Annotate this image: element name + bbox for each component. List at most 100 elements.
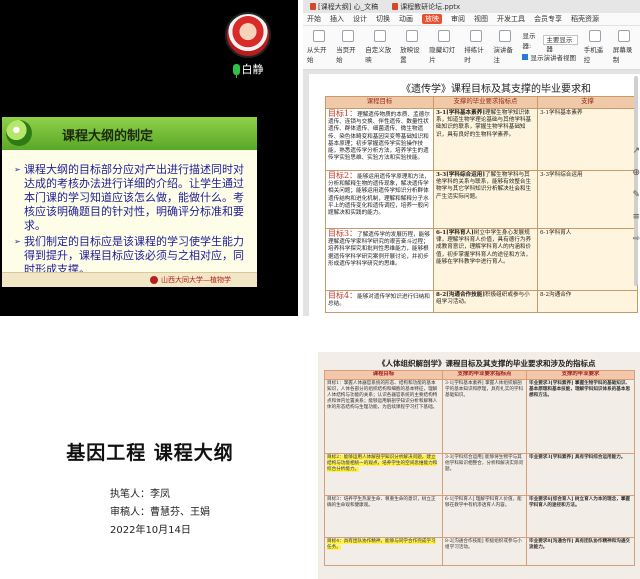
slide-footer: 山西大同大学—植物学 [2, 272, 257, 287]
editor-titlebar: [课程大纲] 心_文稿 课程教研论坛.pptx [303, 0, 640, 13]
syllabus-cover-page: 基因工程 课程大纲 执笔人：李凤 审稿人：曹慧芬、王娟 2022年10月14日 [0, 352, 300, 579]
hide-slide-button[interactable]: 隐藏幻灯片 [429, 30, 458, 64]
timer-icon [469, 30, 482, 42]
phone-remote-button[interactable]: 手机遥控 [584, 30, 607, 64]
file-icon [392, 3, 399, 10]
menu-review[interactable]: 审阅 [451, 14, 465, 24]
requirement-cell: 8-2[沟通合作技能]积极组织或参与小组学习活动。 [433, 290, 538, 313]
menu-insert[interactable]: 插入 [330, 14, 344, 24]
goal-cell: 目标2：能够运用人体解剖学知识分析解决问题，建立结构与功能相统一的观点，培养学生… [324, 453, 443, 496]
goal-lead: 目标3： [328, 229, 358, 238]
menu-developer[interactable]: 开发工具 [497, 14, 525, 24]
author-name: 李凤 [150, 489, 170, 500]
participant-tile[interactable]: 白静 [218, 12, 278, 78]
avatar [225, 12, 271, 58]
reviewer-label: 审稿人： [110, 507, 150, 518]
setup-show-label: 放映设置 [400, 46, 420, 64]
highlighted-goal: 目标4：具有团队协作精神，能够与同学合作完成学习任务。 [327, 539, 436, 550]
requirement-cell: 3-1[学科基本素养]理解生物学知识体系，知道生物学理论基础与其他学科基础知识的… [433, 108, 538, 171]
menu-transition[interactable]: 切换 [376, 14, 390, 24]
table-header: 支撑的毕业要求指标点 [442, 370, 527, 380]
menu-design[interactable]: 设计 [353, 14, 367, 24]
slide-footer-text: 山西大同大学—植物学 [161, 276, 231, 284]
participant-name: 白静 [241, 63, 264, 76]
table-header: 支撑的毕业要求指标点 [433, 96, 538, 109]
monitor-label: 显示器: [522, 32, 536, 50]
pen-icon[interactable]: ✎ [632, 184, 640, 206]
rehearse-label: 排练计时 [464, 46, 484, 64]
presenter-view-checkbox[interactable] [522, 54, 529, 60]
table-row: 目标3：了解遗传学的发展历程，能够理解遗传学家科学研究的艰苦奋斗过程；培养科学探… [325, 228, 638, 291]
from-current-button[interactable]: 当页开始 [336, 30, 359, 64]
zoom-icon[interactable]: ⊕ [632, 162, 640, 184]
custom-show-button[interactable]: 自定义放映 [365, 30, 394, 64]
slide-canvas[interactable]: 《遗传学》课程目标及其支撑的毕业要求和 课程目标 支撑的毕业要求指标点 支撑 目… [303, 70, 640, 316]
play-current-icon [341, 30, 354, 42]
support-cell: 毕业要求3[学科素养] 具有学科综合运用能力。 [526, 453, 635, 496]
goal-lead: 目标2： [328, 171, 358, 180]
notes-icon [498, 30, 511, 42]
goal-cell: 目标4：能够对遗传学知识进行归纳和总结。 [325, 290, 434, 313]
cover-title: 基因工程 课程大纲 [66, 442, 234, 464]
settings-icon [405, 30, 418, 42]
menu-icon[interactable]: ≡ [632, 206, 640, 228]
cover-meta: 执笔人：李凤 审稿人：曹慧芬、王娟 2022年10月14日 [110, 486, 210, 540]
table-row: 目标4：能够对遗传学知识进行归纳和总结。 8-2[沟通合作技能]积极组织或参与小… [325, 290, 638, 313]
pointer-icon[interactable]: ↗ [632, 140, 640, 162]
table-header-row: 课程目标 支撑的毕业要求指标点 支撑的毕业要求 [324, 370, 635, 380]
shared-slide: 课程大纲的制定 课程大纲的目标部分应对产出进行描述同时对达成的考核办法进行详细的… [2, 117, 257, 287]
goal-lead: 目标1： [328, 109, 358, 118]
from-current-label: 当页开始 [336, 46, 356, 64]
menu-animation[interactable]: 动画 [399, 14, 413, 24]
side-toolbar: ↗ ⊕ ✎ ≡ ⇨ [632, 140, 640, 250]
tab-document-2[interactable]: 课程教研论坛.pptx [389, 2, 463, 12]
menu-view[interactable]: 视图 [474, 14, 488, 24]
slide-bullet: 课程大纲的目标部分应对产出进行描述同时对达成的考核办法进行详细的介绍。让学生通过… [14, 163, 254, 233]
table-header: 课程目标 [324, 370, 443, 380]
anatomy-objectives-table: 课程目标 支撑的毕业要求指标点 支撑的毕业要求 目标1：掌握人体器官系统的形态、… [324, 370, 635, 566]
next-icon[interactable]: ⇨ [632, 228, 640, 250]
speaker-notes-button[interactable]: 演讲备注 [493, 30, 516, 64]
presenter-view-label: 显示演讲者视图 [530, 54, 576, 62]
author-line: 执笔人：李凤 [110, 486, 210, 504]
slide-body: 课程大纲的目标部分应对产出进行描述同时对达成的考核办法进行详细的介绍。让学生通过… [14, 163, 254, 279]
screen-record-label: 屏幕录制 [612, 46, 633, 64]
editor-menubar: 开始 插入 设计 切换 动画 放映 审阅 视图 开发工具 会员专享 稻壳资源 [303, 13, 640, 26]
setup-show-button[interactable]: 放映设置 [400, 30, 423, 64]
custom-show-icon [373, 30, 386, 42]
goal-cell: 目标2：能够运用遗传学原理和方法，分析和解释生物的遗传现象，解决遗传学相关问题；… [325, 170, 434, 229]
requirement-lead: 3-3[学科综合运用] [436, 172, 485, 178]
monitor-select[interactable]: 主要显示器 [543, 35, 578, 53]
support-cell: 8-2沟通合作 [537, 290, 638, 313]
requirement-cell: 3-3[学科综合运用] 能够将生物学与其他学科知识相整合，分析和解决实际问题。 [442, 453, 527, 496]
requirement-cell: 8-2[沟通合作技能] 积极组织或参与小组学习活动。 [442, 537, 527, 566]
tab-document-1[interactable]: [课程大纲] 心_文稿 [307, 2, 381, 12]
goal-lead: 目标4： [328, 291, 358, 300]
presenter-view-row[interactable]: 显示演讲者视图 [522, 52, 576, 62]
rehearse-button[interactable]: 排练计时 [464, 30, 487, 64]
goal-cell: 目标1：理解遗传物质的本质、孟德尔遗传、连锁与交换、伴性遗传、数量性状遗传、群体… [325, 108, 434, 171]
participant-name-row: 白静 [218, 61, 278, 78]
play-icon [312, 30, 325, 42]
from-start-button[interactable]: 从头开始 [307, 30, 330, 64]
support-cell: 毕业要求3[学科素养] 掌握生物学科的基础知识、基本原理和基本技能，理解学科知识… [526, 379, 635, 454]
menu-home[interactable]: 开始 [307, 14, 321, 24]
menu-docer[interactable]: 稻壳资源 [571, 14, 599, 24]
hide-slide-icon [437, 30, 450, 42]
doc2-title: 《人体组织解剖学》课程目标及其支撑的毕业要求和涉及的指标点 [378, 359, 596, 368]
table-header-row: 课程目标 支撑的毕业要求指标点 支撑 [325, 96, 638, 109]
table-row: 目标2：能够运用人体解剖学知识分析解决问题，建立结构与功能相统一的观点，培养学生… [324, 453, 635, 496]
screen-record-button[interactable]: 屏幕录制 [613, 30, 636, 64]
monitor-row: 显示器: 主要显示器 [522, 30, 578, 53]
slide-title: 课程大纲的制定 [62, 129, 154, 144]
hide-slide-label: 隐藏幻灯片 [429, 46, 456, 64]
goal-text: 理解遗传物质的本质、孟德尔遗传、连锁与交换、伴性遗传、数量性状遗传、群体遗传、细… [328, 112, 430, 162]
goal-cell: 目标3：了解遗传学的发展历程，能够理解遗传学家科学研究的艰苦奋斗过程；培养科学探… [325, 228, 434, 291]
phone-remote-label: 手机遥控 [583, 46, 604, 64]
slide-page[interactable]: 《遗传学》课程目标及其支撑的毕业要求和 课程目标 支撑的毕业要求指标点 支撑 目… [309, 74, 640, 316]
requirement-cell: 6-1[学科育人]树立中学生身心发展规律，理解学科育人价值，具有德行为养成教育意… [433, 228, 538, 291]
support-cell: 3-1学科基本素养 [537, 108, 638, 171]
menu-member[interactable]: 会员专享 [534, 14, 562, 24]
menu-slideshow[interactable]: 放映 [422, 14, 442, 24]
video-meeting-panel: 白静 课程大纲的制定 课程大纲的目标部分应对产出进行描述同时对达成的考核办法进行… [0, 0, 298, 316]
